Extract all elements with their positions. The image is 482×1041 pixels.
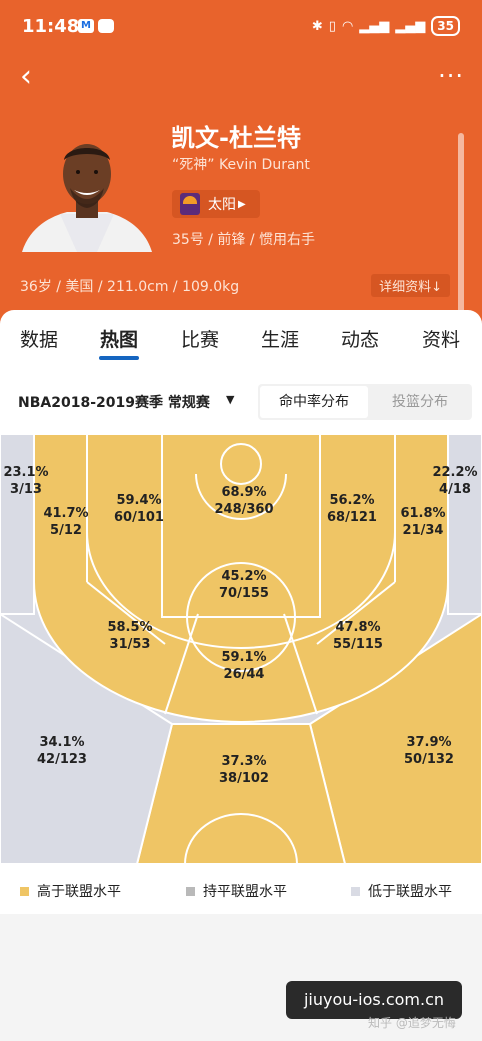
toggle-hit-rate[interactable]: 命中率分布 <box>260 386 368 418</box>
legend-label-average: 持平联盟水平 <box>203 884 287 900</box>
caret-down-icon[interactable]: ▼ <box>226 393 234 406</box>
legend-swatch-below <box>351 886 360 896</box>
tab-profile[interactable]: 资料 <box>422 325 460 352</box>
zone-label-left-wing-3-pct: 34.1% <box>39 735 84 750</box>
status-icons: ✱ ▯ ◠ ▂▄▆ ▂▄▆ 35 <box>312 16 460 36</box>
tab-heatmap[interactable]: 热图 <box>100 325 138 352</box>
team-name: 太阳 <box>208 197 236 213</box>
footer: jiuyou-ios.com.cn 知乎 @追梦无悔 <box>0 914 482 1041</box>
zone-label-left-baseline-mid-pct: 41.7% <box>43 506 88 521</box>
zone-top-key-3 <box>135 723 347 864</box>
chevron-right-icon: ▶ <box>238 198 246 210</box>
legend-swatch-average <box>186 886 195 896</box>
zone-right-corner-3 <box>447 434 482 615</box>
app-icon <box>98 19 114 33</box>
zone-label-left-elbow-mid-pct: 59.4% <box>116 493 161 508</box>
zone-label-top-key-mid-made: 26/44 <box>224 667 265 682</box>
zone-label-left-corner-3-made: 3/13 <box>10 482 42 497</box>
zone-label-right-elbow-mid-made: 68/121 <box>327 510 377 525</box>
season-select[interactable]: NBA2018-2019赛季 常规赛 <box>18 392 210 412</box>
player-avatar <box>22 144 152 252</box>
zone-label-right-baseline-mid-pct: 61.8% <box>400 506 445 521</box>
shot-heatmap: 23.1% 3/13 22.2% 4/18 41.7% 5/12 59.4% 60/101 68… <box>0 434 482 864</box>
player-nickname: “死神” Kevin Durant <box>172 157 310 173</box>
zone-label-left-wing-mid-pct: 58.5% <box>107 620 152 635</box>
wifi-icon: ◠ <box>341 18 354 34</box>
tab-career[interactable]: 生涯 <box>261 325 299 352</box>
status-bar: 11:48 M ✱ ▯ ◠ ▂▄▆ ▂▄▆ 35 <box>0 0 482 56</box>
player-meta: 35号 / 前锋 / 惯用右手 <box>172 232 316 248</box>
zone-left-corner-3 <box>0 434 35 615</box>
team-link[interactable]: 太阳 ▶ <box>172 190 260 218</box>
legend: 高于联盟水平 持平联盟水平 低于联盟水平 <box>0 864 482 914</box>
signal-icon: ▂▄▆ <box>359 18 390 34</box>
back-button[interactable]: ‹ <box>20 62 32 92</box>
zone-label-right-baseline-mid-made: 21/34 <box>403 523 444 538</box>
more-button[interactable]: ··· <box>438 62 464 90</box>
zone-label-paint-made: 70/155 <box>219 586 269 601</box>
detail-button[interactable]: 详细资料↓ <box>371 274 450 297</box>
legend-label-above: 高于联盟水平 <box>37 884 121 900</box>
zone-label-right-wing-mid-made: 55/115 <box>333 637 383 652</box>
battery-icon: 35 <box>431 16 460 36</box>
zone-label-top-key-3-pct: 37.3% <box>221 754 266 769</box>
toggle-shot-distribution[interactable]: 投篮分布 <box>368 386 472 418</box>
zone-label-right-corner-3-pct: 22.2% <box>432 465 477 480</box>
legend-label-below: 低于联盟水平 <box>368 884 452 900</box>
tab-games[interactable]: 比赛 <box>181 325 219 352</box>
zone-label-right-wing-3-pct: 37.9% <box>406 735 451 750</box>
watermark-author: 知乎 @追梦无悔 <box>368 1016 456 1030</box>
zone-label-right-elbow-mid-pct: 56.2% <box>329 493 374 508</box>
legend-above: 高于联盟水平 <box>20 881 121 901</box>
view-toggle: 命中率分布 投篮分布 <box>258 384 472 420</box>
bluetooth-icon: ✱ <box>311 18 323 34</box>
vibrate-icon: ▯ <box>328 18 336 34</box>
zone-label-top-key-mid-pct: 59.1% <box>221 650 266 665</box>
zone-label-restricted-area-made: 248/360 <box>214 502 273 517</box>
zone-label-right-wing-mid-pct: 47.8% <box>335 620 380 635</box>
zone-label-right-wing-3-made: 50/132 <box>404 752 454 767</box>
suns-logo-icon <box>180 193 200 215</box>
zone-label-left-baseline-mid-made: 5/12 <box>50 523 82 538</box>
legend-average: 持平联盟水平 <box>186 881 287 901</box>
zone-label-top-key-3-made: 38/102 <box>219 771 269 786</box>
player-bio: 36岁 / 美国 / 211.0cm / 109.0kg <box>20 279 240 295</box>
filter-bar: NBA2018-2019赛季 常规赛 ▼ 命中率分布 投篮分布 <box>0 368 482 434</box>
zone-label-left-corner-3-pct: 23.1% <box>3 465 48 480</box>
player-name: 凯文-杜兰特 <box>171 124 301 152</box>
status-time: 11:48 <box>22 16 80 37</box>
zone-label-right-corner-3-made: 4/18 <box>439 482 471 497</box>
tab-news[interactable]: 动态 <box>341 325 379 352</box>
tab-bar: 数据 热图 比赛 生涯 动态 资料 <box>0 310 482 368</box>
mail-icon: M <box>78 19 94 33</box>
tab-stats[interactable]: 数据 <box>20 325 58 352</box>
zone-label-left-elbow-mid-made: 60/101 <box>114 510 164 525</box>
active-tab-indicator <box>99 356 139 360</box>
zone-label-restricted-area-pct: 68.9% <box>221 485 266 500</box>
signal-icon-2: ▂▄▆ <box>395 18 426 34</box>
player-header: 11:48 M ✱ ▯ ◠ ▂▄▆ ▂▄▆ 35 ‹ ··· 凯文-杜兰特 “死… <box>0 0 482 351</box>
legend-below: 低于联盟水平 <box>351 881 452 901</box>
zone-label-paint-pct: 45.2% <box>221 569 266 584</box>
zone-label-left-wing-3-made: 42/123 <box>37 752 87 767</box>
zone-label-left-wing-mid-made: 31/53 <box>110 637 151 652</box>
legend-swatch-above <box>20 886 29 896</box>
